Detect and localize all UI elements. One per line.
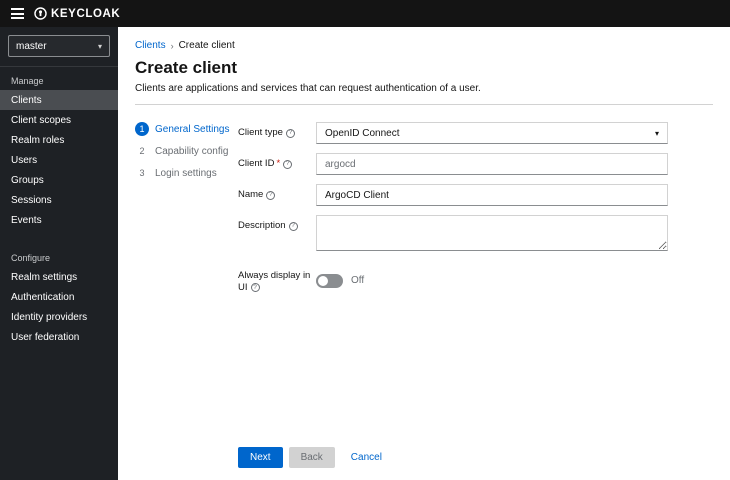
chevron-down-icon: ▾ — [97, 41, 102, 51]
sidebar-item-groups[interactable]: Groups — [0, 170, 118, 190]
client-type-select[interactable]: OpenID Connect ▾ — [316, 122, 668, 144]
wizard-steps: 1 General Settings 2 Capability config 3… — [135, 122, 238, 303]
description-row: Description? — [238, 215, 713, 251]
always-display-toggle[interactable] — [316, 273, 343, 288]
help-icon[interactable]: ? — [283, 159, 293, 169]
client-id-row: Client ID *? — [238, 153, 713, 175]
breadcrumb-current: Create client — [178, 40, 235, 51]
step-number-badge: 1 — [135, 122, 149, 136]
sidebar-item-clients[interactable]: Clients — [0, 90, 118, 110]
step-label: Capability config — [155, 145, 229, 157]
always-display-toggle-wrap: Off — [316, 265, 364, 294]
step-number: 2 — [139, 146, 145, 156]
main-content: Clients › Create client Create client Cl… — [118, 27, 730, 480]
wizard-step-general-settings[interactable]: 1 General Settings — [135, 122, 238, 136]
next-button[interactable]: Next — [238, 447, 283, 468]
sidebar-item-sessions[interactable]: Sessions — [0, 190, 118, 210]
toggle-knob — [318, 275, 328, 286]
sidebar-item-realm-roles[interactable]: Realm roles — [0, 130, 118, 150]
name-label: Name? — [238, 184, 316, 206]
toggle-state-label: Off — [351, 275, 365, 287]
page-header: Create client Clients are applications a… — [118, 51, 730, 105]
help-icon[interactable]: ? — [250, 283, 260, 293]
top-bar: KEYCLOAK — [0, 0, 730, 27]
general-settings-form: Client type? OpenID Connect ▾ Client ID *… — [238, 122, 713, 303]
label-text: Always display in UI — [238, 270, 311, 293]
name-input[interactable] — [316, 184, 668, 206]
step-number: 3 — [139, 168, 145, 178]
required-indicator: * — [276, 158, 281, 169]
page-title: Create client — [135, 58, 238, 77]
cancel-button[interactable]: Cancel — [349, 447, 384, 468]
wizard-form-area: 1 General Settings 2 Capability config 3… — [118, 105, 730, 303]
breadcrumb-separator-icon: › — [170, 40, 174, 51]
client-id-input[interactable] — [316, 153, 668, 175]
always-display-row: Always display in UI? Off — [238, 265, 713, 294]
sidebar-item-user-federation[interactable]: User federation — [0, 327, 118, 347]
sidebar-item-authentication[interactable]: Authentication — [0, 287, 118, 307]
page-subtitle: Clients are applications and services th… — [135, 83, 481, 94]
description-label: Description? — [238, 215, 316, 251]
back-button[interactable]: Back — [288, 447, 335, 468]
label-text: Description — [238, 220, 286, 231]
sidebar-item-client-scopes[interactable]: Client scopes — [0, 110, 118, 130]
always-display-label: Always display in UI? — [238, 265, 316, 294]
sidebar-item-events[interactable]: Events — [0, 210, 118, 230]
client-type-value: OpenID Connect — [325, 127, 400, 139]
sidebar-item-identity-providers[interactable]: Identity providers — [0, 307, 118, 327]
sidebar-item-realm-settings[interactable]: Realm settings — [0, 267, 118, 287]
sidebar: master ▾ Manage Clients Client scopes Re… — [0, 27, 118, 480]
step-label: Login settings — [155, 167, 217, 179]
wizard-footer: Next Back Cancel — [238, 447, 384, 468]
wizard-step-login-settings[interactable]: 3 Login settings — [135, 166, 238, 180]
label-text: Client type — [238, 127, 283, 138]
sidebar-item-users[interactable]: Users — [0, 150, 118, 170]
keycloak-logo-icon — [34, 7, 47, 20]
label-text: Name — [238, 189, 264, 200]
brand-text: KEYCLOAK — [51, 7, 121, 20]
chevron-down-icon: ▾ — [654, 128, 659, 138]
keycloak-brand: KEYCLOAK — [34, 7, 120, 20]
breadcrumb-clients-link[interactable]: Clients — [135, 40, 166, 51]
hamburger-menu-icon[interactable] — [0, 8, 34, 19]
nav-section-manage: Manage — [11, 76, 44, 86]
client-type-label: Client type? — [238, 122, 316, 144]
label-text: Client ID — [238, 158, 275, 169]
client-id-label: Client ID *? — [238, 153, 316, 175]
step-label: General Settings — [155, 123, 230, 135]
breadcrumb: Clients › Create client — [118, 27, 730, 51]
client-type-row: Client type? OpenID Connect ▾ — [238, 122, 713, 144]
realm-selector[interactable]: master ▾ — [8, 35, 110, 57]
help-icon[interactable]: ? — [285, 128, 295, 138]
realm-selector-value: master — [16, 40, 47, 52]
nav-section-configure: Configure — [11, 253, 51, 263]
wizard-step-capability-config[interactable]: 2 Capability config — [135, 144, 238, 158]
name-row: Name? — [238, 184, 713, 206]
help-icon[interactable]: ? — [288, 221, 298, 231]
description-textarea[interactable] — [316, 215, 668, 251]
help-icon[interactable]: ? — [266, 190, 276, 200]
